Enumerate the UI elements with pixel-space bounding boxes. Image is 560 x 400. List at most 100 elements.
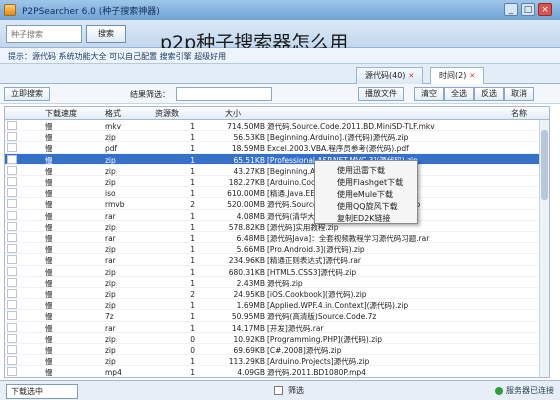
row-checkbox[interactable] (7, 233, 17, 242)
row-checkbox[interactable] (7, 367, 17, 377)
filter-label: 结果筛选： (130, 90, 170, 99)
tab-strip: 源代码(40) ✕ 时间(2) ✕ (0, 64, 560, 85)
tab-label: 源代码(40) (365, 71, 406, 80)
cell-format: mp4 (105, 368, 122, 378)
results-table: 下载速度 格式 资源数 大小 名称 慢 mkv 1 714.50MB 源代码.Sourc… (4, 106, 550, 378)
row-checkbox[interactable] (7, 221, 17, 231)
search-button[interactable]: 搜索 (86, 25, 126, 43)
select-all-button[interactable]: 全选 (444, 87, 474, 101)
row-checkbox[interactable] (7, 345, 17, 354)
maximize-button[interactable]: □ (521, 3, 535, 16)
row-checkbox[interactable] (7, 165, 17, 175)
menu-item-qqxf[interactable]: 使用QQ旋风下载 (337, 201, 398, 212)
filter-input[interactable] (176, 87, 272, 101)
cell-size: 4.09GB (237, 368, 265, 378)
menu-item-emule[interactable]: 使用eMule下载 (337, 189, 393, 200)
col-format[interactable]: 格式 (105, 108, 121, 119)
table-row[interactable]: 慢 zip 1 113.29KB [Arduino.Projects]源代码.zip (5, 355, 549, 367)
row-checkbox[interactable] (7, 277, 17, 287)
search-input[interactable] (6, 25, 82, 43)
footer-bar: 下载选中 筛选 服务器已连接 (0, 380, 560, 400)
close-button[interactable]: × (538, 3, 552, 16)
table-row[interactable]: 慢rar14.08MB源代码(清华大学出版社)人工智能技术.rar (5, 210, 549, 221)
table-row[interactable]: 慢rmvb2520.00MB源代码.Source.Code.2011.BD.RM… (5, 198, 549, 210)
row-checkbox[interactable] (7, 255, 17, 265)
table-row[interactable]: 慢 pdf 1 18.59MB Excel.2003.VBA.程序员参考(源代码).pd… (5, 142, 549, 154)
col-name[interactable]: 名称 (511, 108, 527, 119)
cancel-button[interactable]: 取消 (504, 87, 534, 101)
row-checkbox[interactable] (7, 154, 17, 164)
window-title: P2PSearcher 6.0 (种子搜索神器) (22, 7, 160, 17)
table-row[interactable]: 慢 zip 1 56.53KB [Beginning.Arduino].(源代码)源代码… (5, 131, 549, 143)
clear-button[interactable]: 清空 (414, 87, 444, 101)
search-now-button[interactable]: 立即搜索 (4, 87, 50, 101)
row-checkbox[interactable] (7, 300, 17, 310)
row-checkbox[interactable] (7, 177, 17, 186)
cell-name: 源代码.2011.BD1080P.mp4 (267, 368, 366, 378)
row-checkbox[interactable] (7, 121, 17, 130)
app-window: P2PSearcher 6.0 (种子搜索神器) _ □ × 搜索 p2p种子搜… (0, 0, 560, 400)
table-row[interactable]: 慢zip143.27KB[Beginning.Arduino](源代码)源代码.… (5, 165, 549, 176)
row-checkbox[interactable] (7, 199, 17, 209)
table-row[interactable]: 慢 zip 1 1.69MB [Applied.WPF.4.in.Context](源代… (5, 299, 549, 311)
tab-time[interactable]: 时间(2) ✕ (430, 67, 485, 85)
search-bar: 搜索 p2p种子搜索器怎么用 (0, 20, 560, 54)
table-row[interactable]: 慢 zip 1 5.66MB [Pro.Android.3](源代码).zip (5, 243, 549, 255)
play-file-button[interactable]: 播放文件 (358, 87, 404, 101)
table-row[interactable]: 慢 rar 1 6.48MB [源代码Java]：全套视频教程学习源代码习题.rar (5, 232, 549, 244)
row-checkbox[interactable] (7, 132, 17, 142)
table-row[interactable]: 慢zip1182.27KB[Arduino.Cookbook](源代码)源代码.… (5, 176, 549, 188)
table-row[interactable]: 慢 zip 2 24.95KB [iOS.Cookbook](源代码).zip (5, 288, 549, 300)
table-row[interactable]: 慢 zip 1 578.82KB [源代码]实用教程.zip (5, 221, 549, 232)
table-row[interactable]: 慢iso1610.00MB[精通.Java.EE.开发](源代码).iso (5, 187, 549, 199)
row-checkbox[interactable] (7, 210, 17, 220)
connection-status: 服务器已连接 (495, 385, 554, 396)
row-checkbox[interactable] (7, 311, 17, 321)
row-checkbox[interactable] (7, 322, 17, 332)
row-checkbox[interactable] (7, 333, 17, 343)
invert-selection-button[interactable]: 反选 (474, 87, 504, 101)
connected-icon (495, 386, 503, 395)
row-checkbox[interactable] (7, 356, 17, 366)
cell-download-speed: 慢 (45, 368, 53, 378)
info-text: 提示：源代码 系统功能大全 可以自己配置 搜索引擎 超级好用 (8, 52, 227, 61)
close-tab-icon[interactable]: ✕ (408, 72, 414, 80)
row-checkbox[interactable] (7, 289, 17, 298)
row-checkbox[interactable] (7, 266, 17, 276)
download-selected-dropdown[interactable]: 下载选中 (6, 384, 78, 399)
close-tab-icon[interactable]: ✕ (469, 72, 475, 80)
col-size[interactable]: 大小 (225, 108, 241, 119)
minimize-button[interactable]: _ (504, 3, 518, 16)
row-checkbox[interactable] (7, 188, 17, 198)
toolbar: 立即搜索 结果筛选： 播放文件 清空 全选 反选 取消 (0, 84, 560, 104)
context-menu: 使用迅雷下载 使用Flashget下载 使用eMule下载 使用QQ旋风下载 复… (314, 160, 418, 224)
status-text: 服务器已连接 (506, 386, 554, 395)
col-download-speed[interactable]: 下载速度 (45, 108, 77, 119)
table-row[interactable]: 慢 zip 1 680.31KB [HTML5.CSS3]源代码.zip (5, 266, 549, 277)
table-row[interactable]: 慢 mp4 1 4.09GB 源代码.2011.BD1080P.mp4 (5, 366, 549, 378)
table-row[interactable]: 慢 rar 1 14.17MB [开发]源代码.rar (5, 322, 549, 333)
menu-item-copy-ed2k[interactable]: 复制ED2K链接 (337, 213, 391, 224)
table-row[interactable]: 慢 rar 1 234.96KB [精通正则表达式]源代码.rar (5, 254, 549, 266)
table-header: 下载速度 格式 资源数 大小 名称 (5, 107, 549, 120)
row-checkbox[interactable] (7, 143, 17, 153)
menu-item-thunder[interactable]: 使用迅雷下载 (337, 165, 385, 176)
app-logo-icon (4, 4, 16, 16)
vertical-scrollbar[interactable] (539, 120, 549, 377)
tab-label: 时间(2) (439, 71, 467, 80)
menu-item-flashget[interactable]: 使用Flashget下载 (337, 177, 403, 188)
col-resources[interactable]: 资源数 (155, 108, 179, 119)
title-bar: P2PSearcher 6.0 (种子搜索神器) _ □ × (0, 0, 560, 20)
tab-source-code[interactable]: 源代码(40) ✕ (356, 67, 424, 84)
filter-checkbox-label: 筛选 (288, 386, 304, 395)
row-checkbox[interactable] (7, 244, 17, 254)
filter-checkbox[interactable] (274, 386, 283, 395)
table-row[interactable]: 慢zip165.51KB[Professional.ASP.NET.MVC.3]… (5, 153, 549, 165)
table-row[interactable]: 慢 zip 0 10.92KB [Programming.PHP](源代码).zip (5, 333, 549, 344)
table-row[interactable]: 慢 zip 0 69.69KB [C#.2008]源代码.zip (5, 344, 549, 356)
table-row[interactable]: 慢 zip 1 2.43MB 源代码.zip (5, 277, 549, 288)
info-bar: 提示：源代码 系统功能大全 可以自己配置 搜索引擎 超级好用 (0, 48, 560, 64)
table-row[interactable]: 慢 mkv 1 714.50MB 源代码.Source.Code.2011.BD.Min… (5, 120, 549, 132)
scroll-thumb[interactable] (541, 130, 548, 200)
table-row[interactable]: 慢 7z 1 50.95MB 源代码(高清版)Source.Code.7z (5, 310, 549, 322)
